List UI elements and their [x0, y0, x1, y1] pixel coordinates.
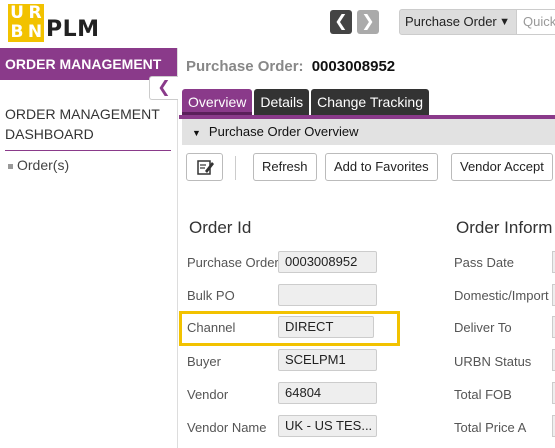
buyer-label: Buyer: [187, 354, 221, 369]
logo-letter: R: [28, 3, 42, 23]
nav-back-button[interactable]: ❮: [330, 10, 352, 34]
logo-letter: N: [27, 22, 43, 42]
pass-date-label: Pass Date: [454, 255, 514, 270]
buyer-field[interactable]: SCELPM1: [278, 349, 377, 371]
purchase-order-label: Purchase Order: [187, 255, 279, 270]
vendor-label: Vendor: [187, 387, 229, 402]
tab-bar: Overview Details Change Tracking: [182, 89, 431, 115]
quick-search-input[interactable]: Quick: [517, 9, 555, 35]
page-title-label: Purchase Order:: [186, 58, 304, 75]
total-fob-label: Total FOB: [454, 387, 512, 402]
vendor-name-label: Vendor Name: [187, 420, 267, 435]
section-title: Purchase Order Overview: [208, 124, 359, 139]
logo-letter: U: [10, 3, 24, 23]
logo-letter: B: [10, 22, 24, 42]
edit-button[interactable]: [186, 153, 223, 181]
vendor-field[interactable]: 64804: [278, 382, 377, 404]
vendor-name-field[interactable]: UK - US TES...: [278, 415, 377, 437]
order-info-heading: Order Inform: [456, 218, 553, 237]
sidebar-item-label: Order(s): [17, 157, 70, 173]
tab-change-tracking[interactable]: Change Tracking: [311, 89, 429, 115]
tab-details[interactable]: Details: [254, 89, 310, 115]
collapse-sidebar-icon[interactable]: ❮: [149, 76, 178, 100]
edit-icon: [197, 160, 214, 175]
bulk-po-label: Bulk PO: [187, 288, 235, 303]
add-to-favorites-button[interactable]: Add to Favorites: [325, 153, 438, 181]
caret-down-icon: ▼: [499, 16, 510, 28]
order-id-heading: Order Id: [189, 218, 252, 237]
refresh-button[interactable]: Refresh: [253, 153, 317, 181]
bulk-po-field[interactable]: [278, 284, 377, 306]
deliver-to-label: Deliver To: [454, 320, 512, 335]
domestic-import-label: Domestic/Import: [454, 288, 549, 303]
sidebar: ORDER MANAGEMENT ❮ ORDER MANAGEMENT DASH…: [0, 48, 178, 448]
total-price-label: Total Price A: [454, 420, 527, 435]
search-type-label: Purchase Order: [405, 14, 497, 29]
toolbar-divider: [235, 156, 236, 180]
bullet-icon: [8, 163, 13, 169]
purchase-order-field[interactable]: 0003008952: [278, 251, 377, 273]
page-title-value: 0003008952: [311, 58, 396, 75]
section-header[interactable]: ▼ Purchase Order Overview: [182, 119, 555, 145]
vendor-accept-button[interactable]: Vendor Accept: [451, 153, 553, 181]
main-content: Purchase Order: 0003008952 Overview Deta…: [179, 48, 555, 448]
triangle-down-icon: ▼: [192, 128, 201, 138]
channel-highlight-box: [179, 311, 400, 346]
top-bar: U R B N PLM ❮ ❯ Purchase Order ▼ Quick: [0, 0, 555, 48]
tab-overview[interactable]: Overview: [182, 89, 253, 115]
nav-forward-button[interactable]: ❯: [357, 10, 379, 34]
brand-title: PLM: [46, 17, 100, 42]
urbn-status-label: URBN Status: [454, 354, 532, 369]
search-type-select[interactable]: Purchase Order ▼: [399, 9, 517, 35]
urbn-logo[interactable]: U R B N: [8, 4, 44, 42]
sidebar-item-orders[interactable]: Order(s): [8, 157, 177, 173]
page-title: Purchase Order: 0003008952: [186, 58, 395, 75]
sidebar-item-dashboard[interactable]: ORDER MANAGEMENT DASHBOARD: [5, 104, 171, 151]
